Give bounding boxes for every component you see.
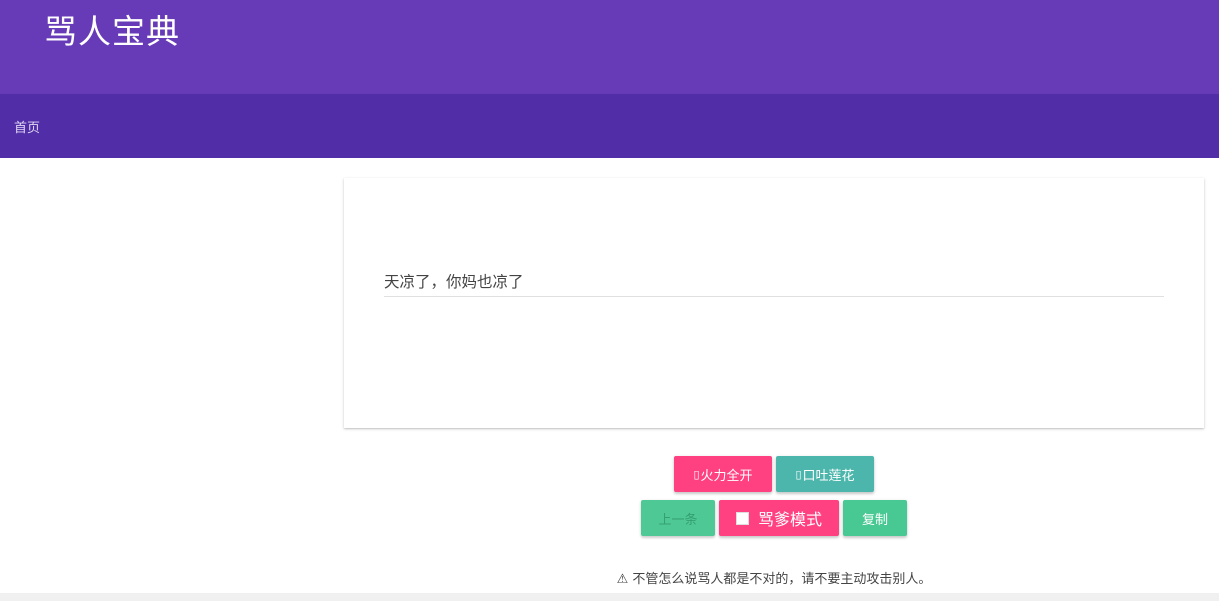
copy-button[interactable]: 复制: [843, 500, 907, 536]
prev-label: 上一条: [658, 512, 698, 528]
mode-toggle-button[interactable]: 骂爹模式: [719, 500, 839, 536]
nav-link-home[interactable]: 首页: [14, 117, 40, 136]
lotus-spit-button[interactable]: ▯ 口吐莲花: [776, 456, 874, 492]
fire-full-label: 火力全开: [700, 468, 753, 484]
prev-button[interactable]: 上一条: [641, 500, 715, 536]
curse-text-field[interactable]: 天凉了，你妈也凉了: [384, 270, 1164, 297]
mode-label: 骂爹模式: [757, 510, 822, 529]
nav-bar: 首页: [0, 94, 1219, 158]
app-title: 骂人宝典: [44, 12, 180, 51]
lotus-spit-label: 口吐莲花: [802, 468, 855, 484]
content-card: 天凉了，你妈也凉了: [344, 178, 1204, 428]
app-header: 骂人宝典: [0, 0, 1219, 94]
footer-bar: [0, 593, 1219, 601]
box-icon: ▯: [795, 467, 802, 481]
copy-label: 复制: [861, 512, 888, 528]
box-icon: ▯: [693, 467, 700, 481]
mode-checkbox[interactable]: [735, 511, 749, 525]
fire-full-button[interactable]: ▯ 火力全开: [674, 456, 772, 492]
warning-text: ⚠ 不管怎么说骂人都是不对的，请不要主动攻击别人。: [616, 572, 932, 587]
